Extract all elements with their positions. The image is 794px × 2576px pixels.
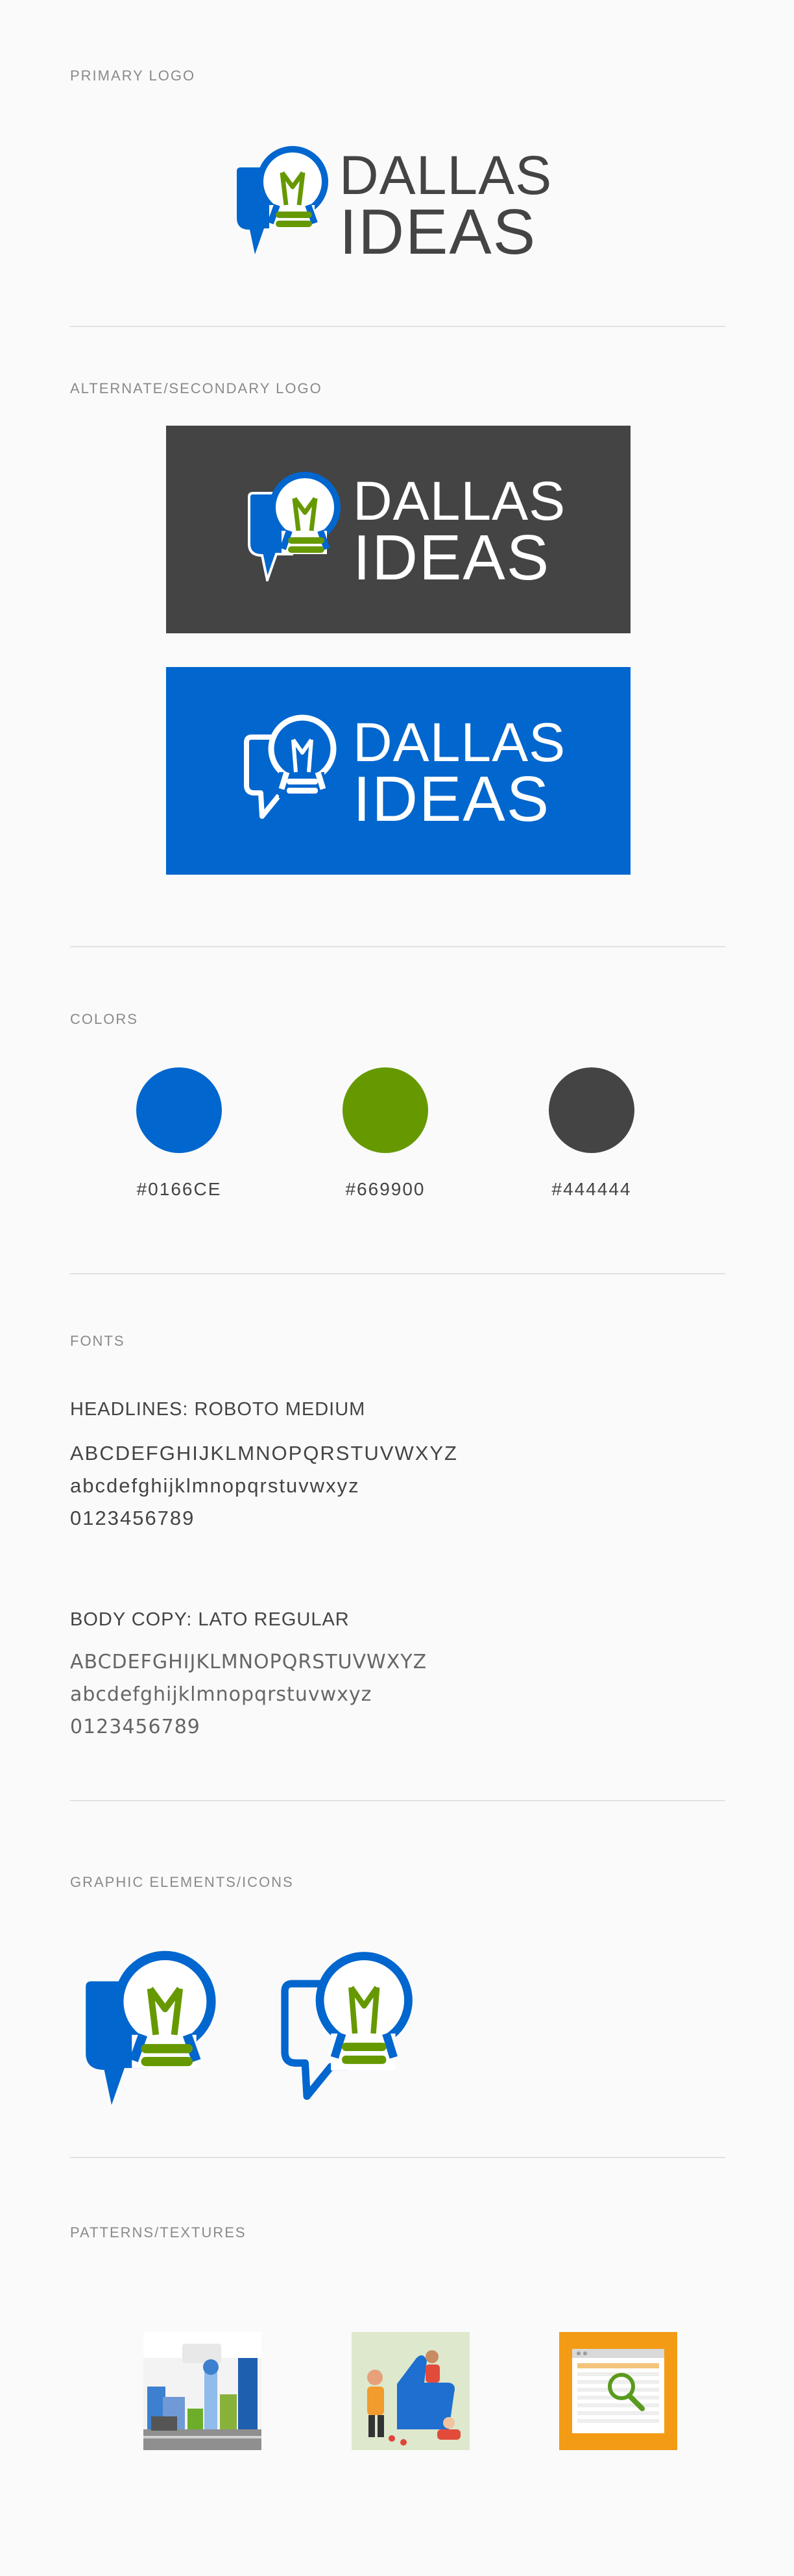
font-body-uppercase: ABCDEFGHIJKLMNOPQRSTUVWXYZ: [70, 1651, 427, 1673]
lightbulb-chat-filled-icon: [86, 1950, 216, 2105]
font-headlines-uppercase: ABCDEFGHIJKLMNOPQRSTUVWXYZ: [70, 1442, 458, 1464]
font-body-digits: 0123456789: [70, 1716, 200, 1738]
divider: [70, 326, 725, 327]
city-skyline-illustration: [143, 2332, 261, 2450]
color-swatch-blue: [136, 1067, 222, 1153]
pattern-city-skyline: [143, 2332, 261, 2450]
font-headlines-title: HEADLINES: ROBOTO MEDIUM: [70, 1399, 366, 1420]
section-label-fonts: FONTS: [70, 1333, 125, 1349]
logo-text-ideas: IDEAS: [339, 196, 537, 267]
section-label-alternate-logo: ALTERNATE/SECONDARY LOGO: [70, 380, 322, 396]
color-code-blue: #0166CE: [136, 1179, 222, 1199]
font-body-lowercase: abcdefghijklmnopqrstuvwxyz: [70, 1683, 372, 1706]
logo-dark-background: DALLAS IDEAS: [166, 426, 631, 633]
color-code-gray: #444444: [551, 1179, 632, 1199]
lightbulb-chat-outline-icon: [281, 1952, 413, 2100]
section-label-patterns: PATTERNS/TEXTURES: [70, 2224, 247, 2241]
font-headlines-digits: 0123456789: [70, 1507, 195, 1529]
people-thumbsup-illustration: [352, 2332, 470, 2450]
pattern-search-window: [559, 2332, 677, 2450]
divider: [70, 1273, 725, 1274]
lightbulb-chat-icon: [248, 472, 341, 581]
lightbulb-chat-icon: [237, 146, 328, 254]
color-swatch-green: [343, 1067, 428, 1153]
logo-text-dallas: DALLAS: [353, 470, 566, 531]
logo-text-ideas: IDEAS: [353, 763, 551, 834]
logo-text-ideas: IDEAS: [353, 522, 551, 593]
logo-text-dallas: DALLAS: [339, 145, 553, 206]
color-swatch-gray: [549, 1067, 634, 1153]
logo-text-dallas: DALLAS: [353, 712, 566, 773]
section-label-primary-logo: PRIMARY LOGO: [70, 67, 196, 84]
font-headlines-lowercase: abcdefghijklmnopqrstuvwxyz: [70, 1474, 360, 1497]
color-code-green: #669900: [345, 1179, 426, 1199]
divider: [70, 2157, 725, 2158]
section-label-graphic-elements: GRAPHIC ELEMENTS/ICONS: [70, 1874, 294, 1890]
divider: [70, 1800, 725, 1801]
logo-blue-background: DALLAS IDEAS: [166, 667, 631, 875]
lightbulb-chat-outline-icon: [244, 714, 337, 819]
font-body-title: BODY COPY: LATO REGULAR: [70, 1609, 350, 1630]
pattern-people-thumbsup: [352, 2332, 470, 2450]
search-window-illustration: [559, 2332, 677, 2450]
section-label-colors: COLORS: [70, 1011, 138, 1027]
primary-logo: DALLAS IDEAS: [230, 144, 551, 263]
divider: [70, 946, 725, 947]
